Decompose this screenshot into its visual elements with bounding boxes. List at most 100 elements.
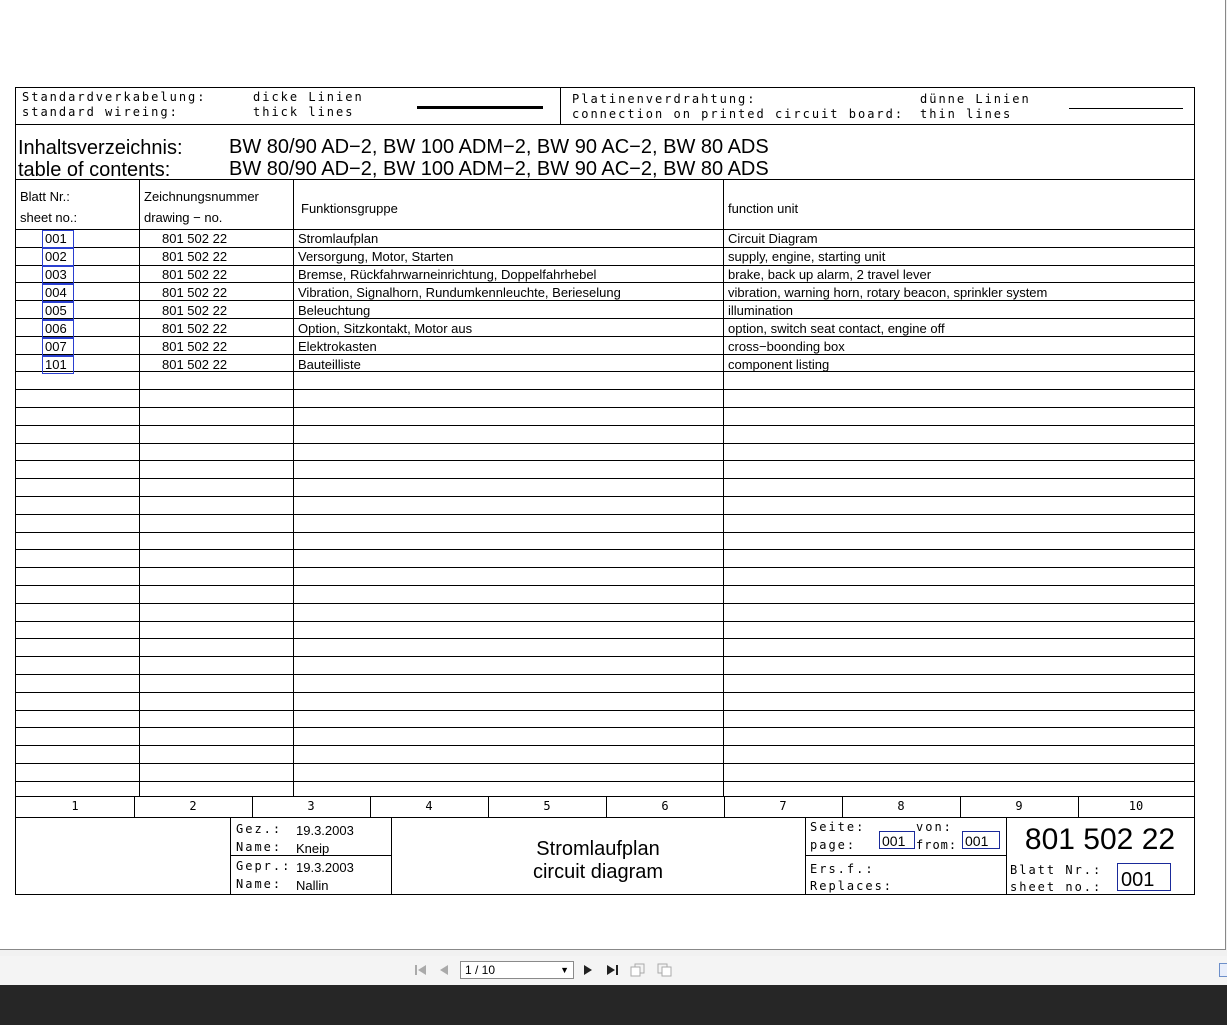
checked-date: 19.3.2003	[296, 860, 354, 875]
table-row-line	[16, 603, 1194, 604]
checked-by-label: Gepr.:	[236, 859, 292, 873]
header-divider	[560, 88, 561, 124]
table-row: 004 801 502 22 Vibration, Signalhorn, Ru…	[16, 284, 1194, 302]
first-page-button[interactable]	[412, 961, 430, 979]
toc-label-de: Inhaltsverzeichnis:	[18, 137, 183, 159]
table-row-line	[16, 710, 1194, 711]
table-row: 005 801 502 22 Beleuchtung illumination	[16, 302, 1194, 320]
table-row: 002 801 502 22 Versorgung, Motor, Starte…	[16, 248, 1194, 266]
forward-view-icon	[657, 963, 672, 977]
ersf-label: Ers.f.:	[810, 862, 875, 876]
table-row-line	[16, 638, 1194, 639]
pcb-wiring-label-en: connection on printed circuit board:	[572, 107, 905, 121]
drawn-name: Kneip	[296, 841, 330, 856]
next-page-button[interactable]	[580, 961, 596, 979]
thick-lines-label-de: dicke Linien	[253, 90, 364, 104]
thin-line-sample	[1069, 108, 1183, 109]
table-row: 001 801 502 22 Stromlaufplan Circuit Dia…	[16, 230, 1194, 248]
previous-page-button[interactable]	[436, 961, 452, 979]
table-row-line	[16, 478, 1194, 479]
table-row-line	[16, 781, 1194, 782]
table-row-line	[16, 496, 1194, 497]
page-label: page:	[810, 838, 857, 852]
back-view-button[interactable]	[628, 961, 648, 979]
col-header-drawing-de: Zeichnungsnummer	[144, 189, 259, 204]
replaces-label: Replaces:	[810, 879, 894, 893]
grid-number: 7	[779, 799, 787, 813]
col-header-sheet-en: sheet no.:	[20, 210, 78, 225]
from-label: from:	[916, 838, 958, 852]
std-wiring-label-de: Standardverkabelung:	[22, 90, 207, 104]
drawn-name-label: Name:	[236, 840, 283, 854]
document-page: Standardverkabelung: standard wireing: d…	[0, 0, 1226, 950]
seite-label: Seite:	[810, 820, 866, 834]
table-row-line	[16, 514, 1194, 515]
grid-number: 1	[71, 799, 79, 813]
drawn-by-label: Gez.:	[236, 822, 283, 836]
table-row-line	[16, 567, 1194, 568]
table-row-line	[16, 389, 1194, 390]
blatt-label: Blatt Nr.:	[1010, 863, 1103, 877]
table-row-line	[16, 407, 1194, 408]
page-total: 001	[965, 833, 989, 849]
last-page-icon	[607, 965, 618, 975]
previous-page-icon	[440, 965, 448, 975]
table-row: 007 801 502 22 Elektrokasten cross−boond…	[16, 338, 1194, 356]
table-row-line	[16, 621, 1194, 622]
col-header-drawing-en: drawing − no.	[144, 210, 223, 225]
table-row-line	[16, 674, 1194, 675]
drawing-number: 801 502 22	[1024, 823, 1176, 856]
col-header-sheet-de: Blatt Nr.:	[20, 189, 70, 204]
checked-name: Nallin	[296, 878, 329, 893]
table-row-line	[16, 443, 1194, 444]
drawn-date: 19.3.2003	[296, 823, 354, 838]
thin-lines-label-en: thin lines	[920, 107, 1013, 121]
last-page-button[interactable]	[603, 961, 621, 979]
drawing-title-en: circuit diagram	[532, 861, 664, 883]
table-row-line	[16, 727, 1194, 728]
col-header-function-de: Funktionsgruppe	[301, 201, 398, 216]
toc-models-en: BW 80/90 AD−2, BW 100 ADM−2, BW 90 AC−2,…	[229, 158, 769, 180]
sheetno-label: sheet no.:	[1010, 880, 1103, 894]
table-row-line	[16, 460, 1194, 461]
forward-view-button[interactable]	[655, 961, 675, 979]
drawing-title-de: Stromlaufplan	[536, 838, 660, 860]
grid-number: 5	[543, 799, 551, 813]
page-number: 001	[882, 833, 906, 849]
grid-number: 4	[425, 799, 433, 813]
grid-number: 10	[1128, 799, 1144, 813]
toc-models-de: BW 80/90 AD−2, BW 100 ADM−2, BW 90 AC−2,…	[229, 136, 769, 158]
table-row-line	[16, 585, 1194, 586]
std-wiring-label-en: standard wireing:	[22, 105, 179, 119]
thick-line-sample	[417, 106, 543, 109]
thin-lines-label-de: dünne Linien	[920, 92, 1031, 106]
grid-number: 8	[897, 799, 905, 813]
chevron-down-icon: ▼	[560, 965, 569, 975]
table-row-line	[16, 656, 1194, 657]
table-row: 006 801 502 22 Option, Sitzkontakt, Moto…	[16, 320, 1194, 338]
table-row: 101 801 502 22 Bauteilliste component li…	[16, 356, 1194, 374]
page-selector[interactable]: 1 / 10 ▼	[460, 961, 574, 979]
checked-name-label: Name:	[236, 877, 283, 891]
sheet-number: 001	[1121, 869, 1155, 891]
back-view-icon	[630, 963, 645, 977]
page-indicator: 1 / 10	[465, 963, 496, 977]
pcb-wiring-label-de: Platinenverdrahtung:	[572, 92, 757, 106]
table-row-line	[16, 692, 1194, 693]
table-row-line	[16, 549, 1194, 550]
table-row: 003 801 502 22 Bremse, Rückfahrwarneinri…	[16, 266, 1194, 284]
table-row-line	[16, 745, 1194, 746]
grid-number: 9	[1015, 799, 1023, 813]
table-row-line	[16, 425, 1194, 426]
grid-number: 6	[661, 799, 669, 813]
thick-lines-label-en: thick lines	[253, 105, 355, 119]
grid-number: 2	[189, 799, 197, 813]
taskbar	[0, 985, 1227, 1025]
von-label: von:	[916, 820, 953, 834]
grid-number: 3	[307, 799, 315, 813]
first-page-icon	[415, 965, 426, 975]
side-panel-toggle[interactable]	[1219, 963, 1227, 977]
table-row-line	[16, 763, 1194, 764]
next-page-icon	[584, 965, 592, 975]
col-header-function-en: function unit	[728, 201, 799, 216]
